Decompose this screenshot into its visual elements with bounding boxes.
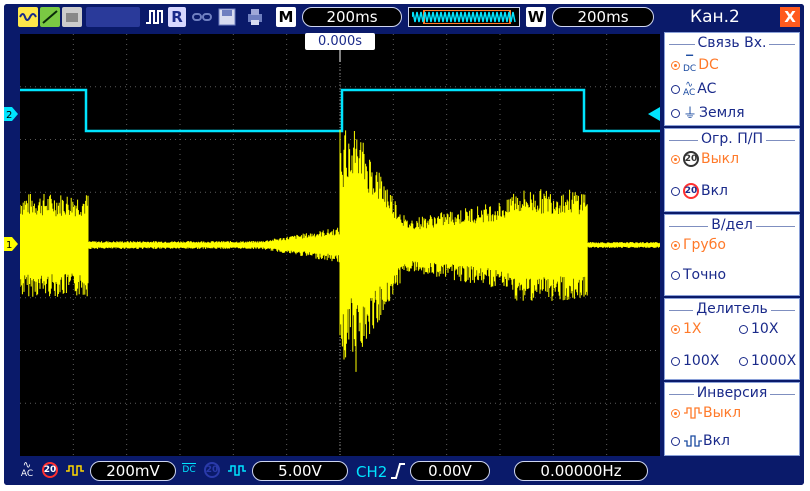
persist-icon[interactable] [62, 7, 82, 27]
trigger-position-label: 0.000s [305, 33, 375, 50]
coarse-option[interactable]: Грубо [671, 237, 726, 253]
oscilloscope-window: R M 200ms W 200ms 0.000s 2 1 ∿ AC 20 200… [4, 4, 804, 485]
bw-title: Огр. П/П [698, 131, 766, 147]
ch1-coupling-icon[interactable]: ∿ AC [18, 461, 36, 481]
radio-icon [671, 108, 680, 118]
dc-icon: ▔ DC [683, 56, 697, 74]
vector-icon[interactable] [40, 7, 60, 27]
trigger-level[interactable]: 0.00V [410, 461, 490, 481]
radio-icon [671, 186, 680, 196]
waveform-icon[interactable] [18, 7, 38, 27]
ch2-marker[interactable]: 2 [4, 106, 18, 121]
ch1-trace [20, 130, 660, 372]
print-icon[interactable] [244, 7, 266, 27]
frequency-counter: 0.00000Hz [514, 461, 648, 481]
ch1-marker[interactable]: 1 [4, 236, 18, 251]
svg-text:2: 2 [6, 110, 12, 121]
radio-icon [671, 154, 680, 164]
probe-title: Делитель [693, 301, 771, 317]
panel-header: Кан.2 X [660, 4, 804, 30]
link-icon[interactable] [191, 7, 213, 27]
invert-on-icon [684, 435, 702, 447]
probe-1x-option[interactable]: 1X [671, 321, 702, 337]
bw-on-option[interactable]: 20 Вкл [671, 183, 728, 199]
waveform-display [20, 34, 660, 456]
radio-icon [671, 356, 680, 366]
mode-badge: M [276, 7, 296, 27]
trigger-edge-icon[interactable] [390, 462, 406, 480]
probe-group: Делитель 1X 10X 100X 1000X [664, 298, 800, 380]
pulse-icon[interactable] [144, 7, 166, 27]
bw-on-icon: 20 [683, 183, 699, 199]
main-timebase[interactable]: 200ms [302, 7, 402, 27]
coupling-title: Связь Вх. [694, 35, 770, 51]
ch1-invert-icon[interactable] [64, 462, 86, 480]
radio-icon [739, 356, 748, 366]
radio-icon [671, 60, 680, 70]
bw-off-icon: 20 [683, 151, 699, 167]
radio-icon [671, 324, 680, 334]
invert-on-option[interactable]: Вкл [671, 433, 730, 449]
window-timebase[interactable]: 200ms [552, 7, 654, 27]
probe-10x-option[interactable]: 10X [739, 321, 778, 337]
top-toolbar: R M 200ms W 200ms [4, 4, 658, 30]
close-button[interactable]: X [780, 7, 800, 27]
ch1-bw-limit-icon[interactable]: 20 [42, 462, 58, 478]
bw-off-option[interactable]: 20 Выкл [671, 151, 739, 167]
channel-menu-panel: Кан.2 X Связь Вх. ▔ DC DC ∿ AC AC ⏚ Земля [660, 4, 804, 485]
blank-slot [86, 7, 140, 27]
radio-icon [739, 324, 748, 334]
graticule [20, 34, 660, 456]
invert-off-icon [684, 407, 702, 419]
invert-group: Инверсия Выкл Вкл [664, 382, 800, 456]
ch2-coupling-icon[interactable]: DC [180, 461, 198, 481]
coupling-ac-option[interactable]: ∿ AC AC [671, 80, 716, 98]
panel-title: Кан.2 [690, 7, 740, 27]
ch2-scale[interactable]: 5.00V [252, 461, 348, 481]
bandwidth-limit-group: Огр. П/П 20 Выкл 20 Вкл [664, 128, 800, 212]
trigger-source[interactable]: CH2 [356, 463, 387, 481]
radio-icon [671, 240, 680, 250]
ch2-bw-limit-icon[interactable]: 20 [204, 462, 220, 478]
radio-icon [671, 408, 680, 418]
ch2-invert-icon[interactable] [226, 462, 248, 480]
ch1-scale[interactable]: 200mV [90, 461, 176, 481]
probe-100x-option[interactable]: 100X [671, 353, 719, 369]
svg-text:1: 1 [6, 240, 12, 251]
radio-icon [671, 84, 680, 94]
coupling-ground-option[interactable]: ⏚ Земля [671, 103, 745, 123]
invert-off-option[interactable]: Выкл [671, 405, 741, 421]
window-badge: W [526, 7, 546, 27]
save-icon[interactable] [216, 7, 238, 27]
fine-option[interactable]: Точно [671, 267, 726, 283]
ac-icon: ∿ AC [683, 80, 696, 98]
memory-overview[interactable] [408, 7, 520, 27]
radio-icon [671, 436, 680, 446]
invert-title: Инверсия [693, 385, 771, 401]
bottom-status-bar: ∿ AC 20 200mV DC 20 5.00V CH2 0.00V 0.000… [4, 456, 658, 485]
probe-1000x-option[interactable]: 1000X [739, 353, 796, 369]
trigger-level-marker[interactable] [648, 106, 660, 121]
ground-icon: ⏚ [683, 106, 697, 122]
volts-div-group: В/дел Грубо Точно [664, 214, 800, 296]
volts-div-title: В/дел [708, 217, 756, 233]
coupling-group: Связь Вх. ▔ DC DC ∿ AC AC ⏚ Земля [664, 32, 800, 126]
run-status[interactable]: R [168, 7, 186, 27]
radio-icon [671, 270, 680, 280]
coupling-dc-option[interactable]: ▔ DC DC [671, 56, 719, 74]
